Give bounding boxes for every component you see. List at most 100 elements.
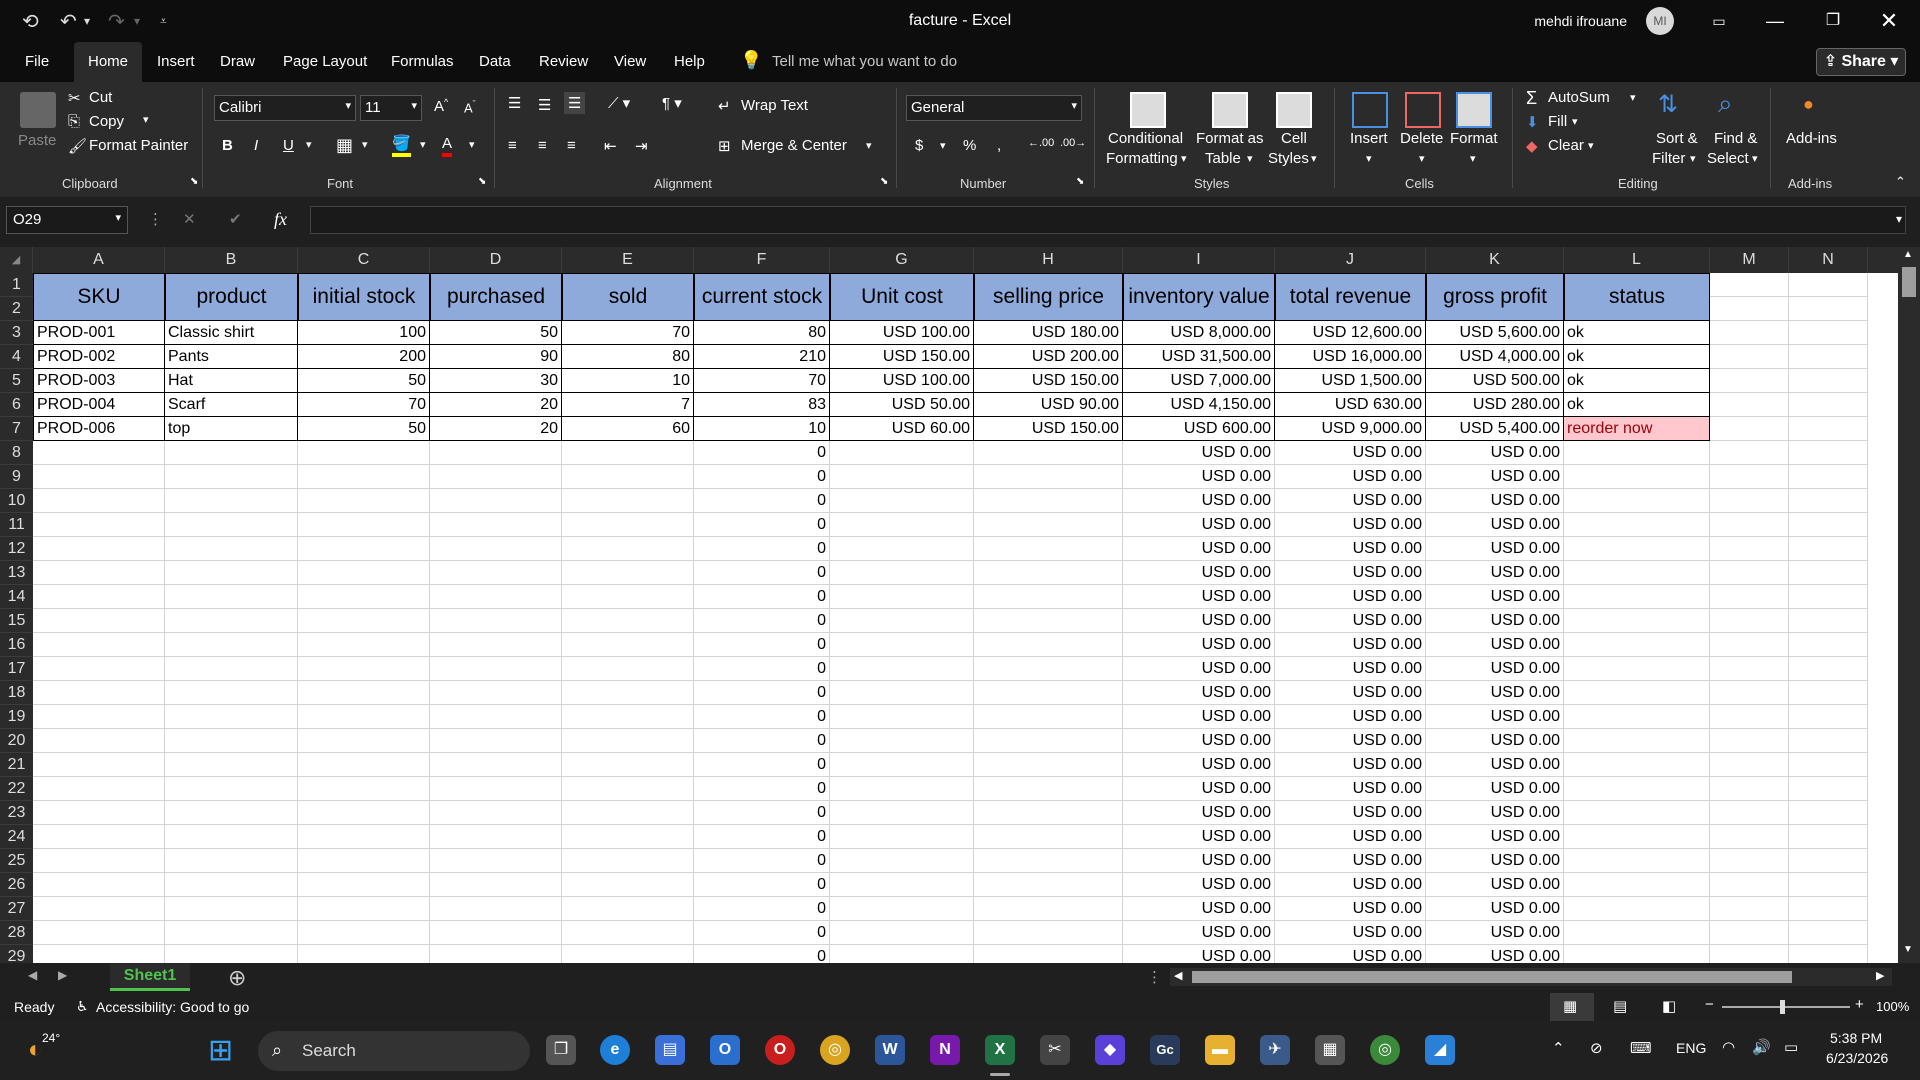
- formula-cell[interactable]: 0: [694, 945, 830, 963]
- empty-cell[interactable]: [1789, 849, 1868, 873]
- currency-dropdown-icon[interactable]: ▾: [940, 139, 946, 152]
- empty-cell[interactable]: [974, 825, 1123, 849]
- table-cell[interactable]: USD 150.00: [830, 345, 974, 369]
- empty-cell[interactable]: [830, 681, 974, 705]
- empty-cell[interactable]: [430, 465, 562, 489]
- empty-cell[interactable]: [1564, 945, 1710, 963]
- column-header-n[interactable]: N: [1789, 247, 1868, 273]
- row-header-24[interactable]: 24: [0, 825, 33, 849]
- row-header-12[interactable]: 12: [0, 537, 33, 561]
- table-header-cell[interactable]: SKU: [33, 273, 165, 321]
- zoom-out-icon[interactable]: −: [1705, 996, 1714, 1013]
- row-header-28[interactable]: 28: [0, 921, 33, 945]
- row-header-11[interactable]: 11: [0, 513, 33, 537]
- empty-cell[interactable]: [1564, 681, 1710, 705]
- formula-cell[interactable]: USD 0.00: [1426, 657, 1564, 681]
- column-header-c[interactable]: C: [298, 247, 430, 273]
- font-size-select[interactable]: 11 ▾: [360, 95, 422, 121]
- table-cell[interactable]: USD 50.00: [830, 393, 974, 417]
- table-cell[interactable]: USD 5,600.00: [1426, 321, 1564, 345]
- empty-cell[interactable]: [1710, 489, 1789, 513]
- outlook-icon[interactable]: O: [710, 1035, 740, 1065]
- format-as-table-icon[interactable]: [1212, 92, 1248, 128]
- empty-cell[interactable]: [1789, 657, 1868, 681]
- empty-cell[interactable]: [974, 657, 1123, 681]
- table-cell[interactable]: 210: [694, 345, 830, 369]
- formula-cell[interactable]: 0: [694, 657, 830, 681]
- empty-cell[interactable]: [33, 585, 165, 609]
- cancel-entry-icon[interactable]: ✕: [183, 210, 196, 228]
- formula-cell[interactable]: USD 0.00: [1275, 705, 1426, 729]
- empty-cell[interactable]: [298, 897, 430, 921]
- row-header-22[interactable]: 22: [0, 777, 33, 801]
- table-header-cell[interactable]: status: [1564, 273, 1710, 321]
- empty-cell[interactable]: [830, 777, 974, 801]
- table-cell[interactable]: USD 200.00: [974, 345, 1123, 369]
- formula-cell[interactable]: USD 0.00: [1275, 561, 1426, 585]
- row-header-16[interactable]: 16: [0, 633, 33, 657]
- clipboard-launcher-icon[interactable]: ⬊: [190, 176, 198, 187]
- table-cell[interactable]: USD 4,000.00: [1426, 345, 1564, 369]
- empty-cell[interactable]: [562, 849, 694, 873]
- empty-cell[interactable]: [1710, 417, 1789, 441]
- font-color-icon[interactable]: A: [442, 135, 453, 157]
- empty-cell[interactable]: [974, 873, 1123, 897]
- table-cell[interactable]: 70: [562, 321, 694, 345]
- table-cell[interactable]: PROD-003: [33, 369, 165, 393]
- sort-filter-line1[interactable]: Sort &: [1656, 130, 1698, 147]
- column-header-k[interactable]: K: [1426, 247, 1564, 273]
- empty-cell[interactable]: [562, 657, 694, 681]
- empty-cell[interactable]: [430, 657, 562, 681]
- empty-cell[interactable]: [1789, 801, 1868, 825]
- currency-icon[interactable]: $: [915, 137, 923, 154]
- row-header-2[interactable]: 2: [0, 297, 33, 321]
- empty-cell[interactable]: [974, 561, 1123, 585]
- empty-cell[interactable]: [430, 609, 562, 633]
- edge-icon[interactable]: e: [600, 1035, 630, 1065]
- font-name-select[interactable]: Calibri ▾: [214, 95, 356, 121]
- formula-cell[interactable]: USD 0.00: [1275, 465, 1426, 489]
- conditional-formatting-line1[interactable]: Conditional: [1108, 130, 1183, 147]
- expand-formula-icon[interactable]: ▾: [1896, 212, 1902, 226]
- empty-cell[interactable]: [830, 729, 974, 753]
- empty-cell[interactable]: [165, 633, 298, 657]
- table-cell[interactable]: USD 150.00: [974, 417, 1123, 441]
- empty-cell[interactable]: [33, 705, 165, 729]
- empty-cell[interactable]: [430, 777, 562, 801]
- row-header-29[interactable]: 29: [0, 945, 33, 963]
- formula-cell[interactable]: USD 0.00: [1123, 729, 1275, 753]
- empty-cell[interactable]: [165, 753, 298, 777]
- borders-icon[interactable]: ▦: [336, 135, 353, 156]
- table-header-cell[interactable]: initial stock: [298, 273, 430, 321]
- formula-cell[interactable]: 0: [694, 729, 830, 753]
- add-ins-icon[interactable]: ●: [1803, 94, 1814, 115]
- empty-cell[interactable]: [1789, 561, 1868, 585]
- underline-dropdown-icon[interactable]: ▾: [306, 138, 312, 151]
- formula-cell[interactable]: USD 0.00: [1123, 561, 1275, 585]
- sort-filter-icon[interactable]: ⇅: [1658, 90, 1678, 119]
- empty-cell[interactable]: [1789, 633, 1868, 657]
- find-select-icon[interactable]: ⌕: [1718, 88, 1733, 120]
- table-cell[interactable]: Pants: [165, 345, 298, 369]
- empty-cell[interactable]: [1789, 585, 1868, 609]
- table-cell[interactable]: USD 500.00: [1426, 369, 1564, 393]
- empty-cell[interactable]: [562, 897, 694, 921]
- column-header-b[interactable]: B: [165, 247, 298, 273]
- column-header-h[interactable]: H: [974, 247, 1123, 273]
- empty-cell[interactable]: [33, 873, 165, 897]
- table-cell[interactable]: Classic shirt: [165, 321, 298, 345]
- formula-cell[interactable]: USD 0.00: [1275, 609, 1426, 633]
- formula-cell[interactable]: USD 0.00: [1275, 921, 1426, 945]
- empty-cell[interactable]: [430, 753, 562, 777]
- row-header-5[interactable]: 5: [0, 369, 33, 393]
- empty-cell[interactable]: [430, 873, 562, 897]
- zoom-level[interactable]: 100%: [1876, 999, 1909, 1014]
- empty-cell[interactable]: [1710, 561, 1789, 585]
- decrease-decimal-icon[interactable]: .00→: [1060, 137, 1086, 149]
- delete-dropdown-icon[interactable]: ▾: [1419, 152, 1425, 165]
- fill-button[interactable]: Fill: [1548, 113, 1567, 130]
- table-cell[interactable]: 80: [562, 345, 694, 369]
- empty-cell[interactable]: [165, 921, 298, 945]
- table-cell[interactable]: USD 100.00: [830, 369, 974, 393]
- keyboard-icon[interactable]: ⌨: [1630, 1039, 1652, 1057]
